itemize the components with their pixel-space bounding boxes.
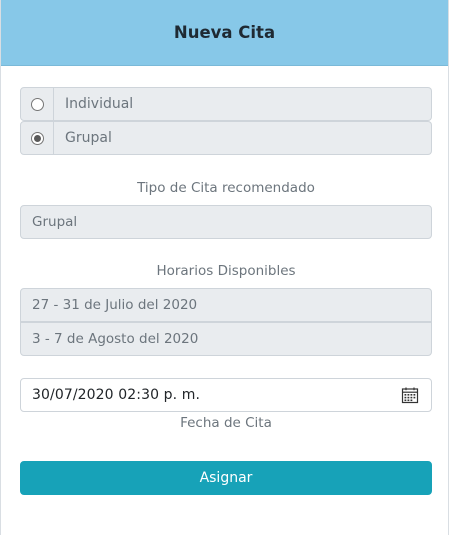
- appointment-date-label: Fecha de Cita: [180, 415, 272, 431]
- radio-option-grupal[interactable]: Grupal: [20, 121, 432, 155]
- radio-button-individual[interactable]: [30, 97, 44, 111]
- modal-header: Nueva Cita: [1, 0, 448, 66]
- radio-label-grupal: Grupal: [54, 121, 432, 155]
- modal-title: Nueva Cita: [173, 23, 276, 42]
- radio-label-individual: Individual: [54, 87, 432, 121]
- recommended-type-field: Grupal: [20, 205, 432, 239]
- radio-button-grupal[interactable]: [30, 131, 44, 145]
- radio-box[interactable]: [20, 121, 54, 155]
- assign-button[interactable]: Asignar: [20, 461, 432, 495]
- radio-box[interactable]: [20, 87, 54, 121]
- new-appointment-modal: Nueva Cita Individual Grupal Tipo de Cit…: [0, 0, 449, 535]
- radio-option-individual[interactable]: Individual: [20, 87, 432, 121]
- calendar-icon[interactable]: [401, 386, 419, 404]
- radio-checked-dot: [33, 134, 41, 142]
- appointment-datetime-input[interactable]: 30/07/2020 02:30 p. m.: [20, 378, 432, 412]
- available-schedules-label: Horarios Disponibles: [156, 263, 296, 279]
- appointment-datetime-value[interactable]: 30/07/2020 02:30 p. m.: [32, 387, 200, 403]
- schedule-item[interactable]: 3 - 7 de Agosto del 2020: [20, 322, 432, 356]
- schedule-item[interactable]: 27 - 31 de Julio del 2020: [20, 288, 432, 322]
- recommended-type-label: Tipo de Cita recomendado: [137, 180, 315, 196]
